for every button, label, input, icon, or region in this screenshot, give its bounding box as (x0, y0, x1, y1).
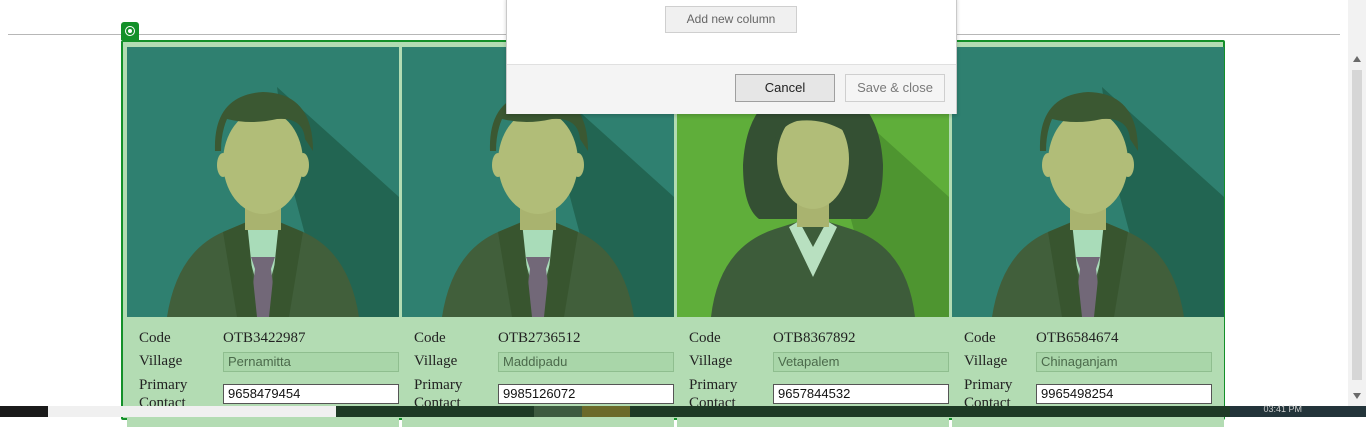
add-new-column-button[interactable]: Add new column (665, 6, 797, 33)
card-4[interactable]: Code OTB6584674 Village Chinaganjam Prim… (952, 47, 1224, 427)
village-field[interactable]: Vetapalem (773, 352, 949, 372)
primary-label: Primary (689, 377, 738, 393)
contact-field[interactable]: 9658479454 (223, 384, 399, 404)
village-label: Village (139, 353, 183, 369)
code-value: OTB6584674 (1036, 330, 1119, 346)
primary-label: Primary (414, 377, 463, 393)
cancel-button[interactable]: Cancel (735, 74, 835, 102)
village-label: Village (689, 353, 733, 369)
primary-label: Primary (139, 377, 188, 393)
code-value: OTB3422987 (223, 330, 306, 346)
primary-label: Primary (964, 377, 1013, 393)
taskbar-app-area[interactable] (336, 406, 534, 417)
male-avatar-icon (952, 47, 1224, 317)
code-value: OTB8367892 (773, 330, 856, 346)
taskbar-app-button[interactable] (582, 406, 630, 417)
code-label: Code (689, 330, 721, 346)
column-dialog: Add new column Cancel Save & close (506, 0, 957, 114)
contact-field[interactable]: 9985126072 (498, 384, 674, 404)
taskbar (0, 406, 1366, 417)
village-label: Village (964, 353, 1008, 369)
code-label: Code (414, 330, 446, 346)
taskbar-empty-area (630, 406, 1230, 417)
component-select-handle-icon[interactable] (121, 22, 139, 40)
male-avatar-icon (127, 47, 399, 317)
contact-field[interactable]: 9965498254 (1036, 384, 1212, 404)
vertical-scrollbar[interactable] (1348, 0, 1366, 406)
taskbar-search-box[interactable] (48, 406, 336, 417)
start-button[interactable] (0, 406, 48, 417)
card-1[interactable]: Code OTB3422987 Village Pernamitta Prima… (127, 47, 399, 427)
scrollbar-thumb[interactable] (1352, 70, 1362, 380)
village-label: Village (414, 353, 458, 369)
scroll-up-arrow-icon[interactable] (1353, 56, 1361, 62)
village-field[interactable]: Chinaganjam (1036, 352, 1212, 372)
village-field[interactable]: Maddipadu (498, 352, 674, 372)
code-label: Code (964, 330, 996, 346)
scroll-down-arrow-icon[interactable] (1353, 393, 1361, 399)
code-value: OTB2736512 (498, 330, 581, 346)
code-label: Code (139, 330, 171, 346)
contact-field[interactable]: 9657844532 (773, 384, 949, 404)
village-field[interactable]: Pernamitta (223, 352, 399, 372)
save-and-close-button[interactable]: Save & close (845, 74, 945, 102)
taskbar-app-button[interactable] (534, 406, 582, 417)
taskbar-clock[interactable]: 03:41 PM (1263, 404, 1302, 414)
